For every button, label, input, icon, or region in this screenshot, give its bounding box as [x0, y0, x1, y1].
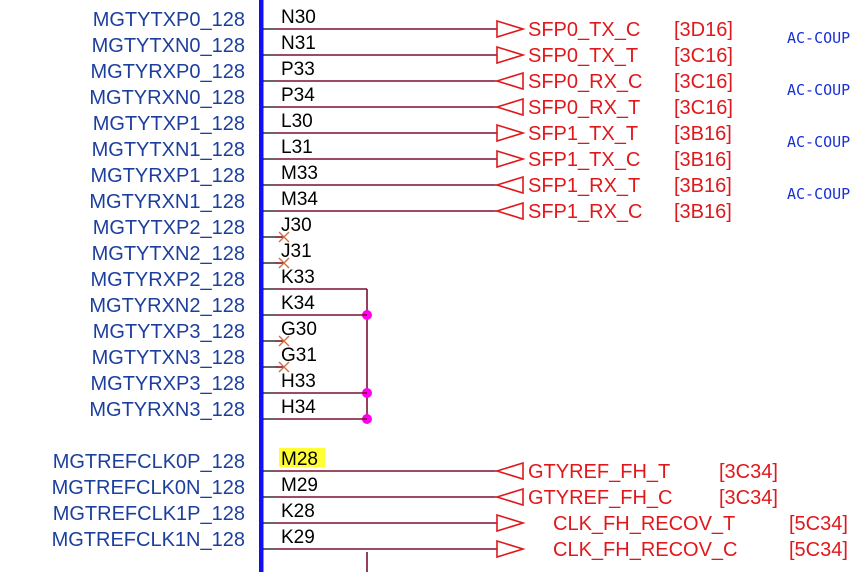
pin-name: MGTYTXP2_128 [93, 217, 245, 239]
net-label: SFP1_TX_T [528, 123, 638, 145]
net-label: CLK_FH_RECOV_T [553, 513, 735, 535]
pin-name: MGTYRXN1_128 [89, 191, 245, 213]
net-label: SFP0_RX_C [528, 71, 643, 93]
sheet-reference: [3C16] [674, 71, 733, 93]
ball-number: M33 [281, 163, 318, 184]
ball-number: M29 [281, 475, 318, 496]
schematic-diagram: MGTYTXP0_128 N30 SFP0_TX_C [3D16] AC-COUP MGT… [0, 0, 867, 572]
ball-number: P33 [281, 59, 315, 80]
pin-name: MGTYTXP0_128 [93, 9, 245, 31]
pin-name: MGTYRXN3_128 [89, 399, 245, 421]
ball-number: L30 [281, 111, 313, 132]
sheet-reference: [3C34] [719, 461, 778, 483]
net-label: CLK_FH_RECOV_C [553, 539, 738, 561]
component-body-edge [259, 0, 264, 572]
coupling-note: AC-COUP [787, 185, 850, 203]
coupling-note: AC-COUP [787, 29, 850, 47]
pin-name: MGTYRXN0_128 [89, 87, 245, 109]
ball-number: K28 [281, 501, 315, 522]
pin-name: MGTREFCLK1N_128 [52, 529, 245, 551]
pin-name: MGTYRXN2_128 [89, 295, 245, 317]
net-label: SFP0_TX_T [528, 45, 638, 67]
pin-name: MGTREFCLK0P_128 [53, 451, 245, 473]
pin-name: MGTREFCLK0N_128 [52, 477, 245, 499]
ball-number: G31 [281, 345, 317, 366]
coupling-note: AC-COUP [787, 81, 850, 99]
ball-number: N30 [281, 7, 316, 28]
ball-number: K34 [281, 293, 315, 314]
net-label: SFP1_RX_T [528, 175, 640, 197]
ball-number: L31 [281, 137, 313, 158]
pin-name: MGTYTXN0_128 [92, 35, 245, 57]
pin-name: MGTYTXN1_128 [92, 139, 245, 161]
sheet-reference: [5C34] [789, 513, 848, 535]
net-label: SFP1_RX_C [528, 201, 643, 223]
net-label: GTYREF_FH_T [528, 461, 670, 483]
sheet-reference: [3B16] [674, 149, 732, 171]
pin-name: MGTYRXP0_128 [90, 61, 245, 83]
net-label: SFP0_TX_C [528, 19, 640, 41]
sheet-reference: [3C34] [719, 487, 778, 509]
net-label: GTYREF_FH_C [528, 487, 672, 509]
pin-name: MGTREFCLK1P_128 [53, 503, 245, 525]
pin-row: MGTYTXN3_128 G31 [92, 345, 317, 373]
ball-number: J30 [281, 215, 312, 236]
ball-number: K33 [281, 267, 315, 288]
ball-number: K29 [281, 527, 315, 548]
sheet-reference: [5C34] [789, 539, 848, 561]
pin-name: MGTYTXP3_128 [93, 321, 245, 343]
sheet-reference: [3C16] [674, 97, 733, 119]
pin-name: MGTYTXP1_128 [93, 113, 245, 135]
ball-number: M34 [281, 189, 318, 210]
pin-name: MGTYRXP1_128 [90, 165, 245, 187]
ball-number: M28 [281, 449, 318, 470]
ball-number: G30 [281, 319, 317, 340]
ball-number: J31 [281, 241, 312, 262]
pin-name: MGTYTXN2_128 [92, 243, 245, 265]
net-label: SFP1_TX_C [528, 149, 640, 171]
sheet-reference: [3D16] [674, 19, 733, 41]
net-label: SFP0_RX_T [528, 97, 640, 119]
ball-number: N31 [281, 33, 316, 54]
sheet-reference: [3C16] [674, 45, 733, 67]
pin-name: MGTYRXP2_128 [90, 269, 245, 291]
ball-number: P34 [281, 85, 315, 106]
pin-row: MGTYTXP3_128 G30 [93, 319, 317, 347]
sheet-reference: [3B16] [674, 201, 732, 223]
coupling-note: AC-COUP [787, 133, 850, 151]
ball-number: H33 [281, 371, 316, 392]
pin-name: MGTYTXN3_128 [92, 347, 245, 369]
pin-name: MGTYRXP3_128 [90, 373, 245, 395]
sheet-reference: [3B16] [674, 175, 732, 197]
ball-number: H34 [281, 397, 316, 418]
sheet-reference: [3B16] [674, 123, 732, 145]
